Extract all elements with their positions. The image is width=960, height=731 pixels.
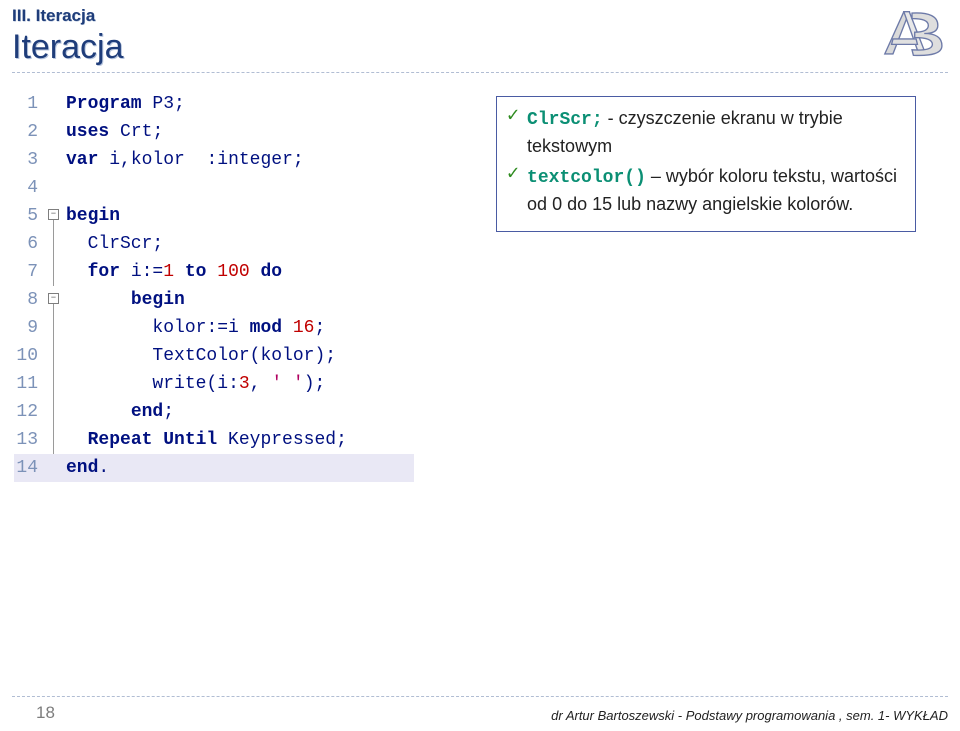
code-content: begin: [66, 286, 185, 314]
code-content: for i:=1 to 100 do: [66, 258, 282, 286]
fold-gutter: [48, 230, 66, 258]
fold-gutter: [48, 174, 66, 202]
code-content: kolor:=i mod 16;: [66, 314, 325, 342]
code-content: Program P3;: [66, 90, 185, 118]
code-line: 1 Program P3;: [14, 90, 414, 118]
code-line: 11 write(i:3, ' ');: [14, 370, 414, 398]
info-text: textcolor() – wybór koloru tekstu, warto…: [527, 163, 905, 219]
line-number: 1: [14, 90, 48, 118]
info-box: ✓ ClrScr; - czyszczenie ekranu w trybie t…: [496, 96, 916, 232]
code-content: ClrScr;: [66, 230, 163, 258]
fold-gutter: [48, 146, 66, 174]
divider-bottom: [12, 696, 948, 697]
code-line: 4: [14, 174, 414, 202]
ab-logo-icon: [878, 6, 946, 61]
check-icon: ✓: [507, 105, 519, 129]
footer-credit: dr Artur Bartoszewski - Podstawy program…: [551, 708, 948, 723]
fold-gutter: [48, 314, 66, 342]
info-text: ClrScr; - czyszczenie ekranu w trybie te…: [527, 105, 905, 161]
code-line: 8− begin: [14, 286, 414, 314]
fold-minus-icon[interactable]: −: [48, 209, 59, 220]
fold-gutter: −: [48, 202, 66, 230]
info-item: ✓ textcolor() – wybór koloru tekstu, wart…: [507, 163, 905, 219]
code-content: Repeat Until Keypressed;: [66, 426, 347, 454]
line-number: 6: [14, 230, 48, 258]
fold-gutter: [48, 370, 66, 398]
line-number: 2: [14, 118, 48, 146]
fold-gutter: [48, 454, 66, 482]
fold-gutter: [48, 258, 66, 286]
fold-gutter: [48, 342, 66, 370]
line-number: 12: [14, 398, 48, 426]
line-number: 3: [14, 146, 48, 174]
line-number: 5: [14, 202, 48, 230]
code-line: 13 Repeat Until Keypressed;: [14, 426, 414, 454]
line-number: 10: [14, 342, 48, 370]
code-content: TextColor(kolor);: [66, 342, 336, 370]
fold-minus-icon[interactable]: −: [48, 293, 59, 304]
divider-top: [12, 72, 948, 73]
code-line: 9 kolor:=i mod 16;: [14, 314, 414, 342]
code-content: end;: [66, 398, 174, 426]
page-number: 18: [36, 703, 55, 723]
code-line: 12 end;: [14, 398, 414, 426]
code-content: end.: [66, 454, 109, 482]
line-number: 7: [14, 258, 48, 286]
check-icon: ✓: [507, 163, 519, 187]
code-content: uses Crt;: [66, 118, 163, 146]
code-line: 5−begin: [14, 202, 414, 230]
code-content: var i,kolor :integer;: [66, 146, 304, 174]
code-line: 10 TextColor(kolor);: [14, 342, 414, 370]
code-line: 7 for i:=1 to 100 do: [14, 258, 414, 286]
code-editor: 1 Program P3; 2 uses Crt; 3 var i,kolor :inte…: [14, 90, 414, 482]
fold-gutter: [48, 426, 66, 454]
fold-gutter: [48, 90, 66, 118]
code-content: begin: [66, 202, 120, 230]
code-line: 6 ClrScr;: [14, 230, 414, 258]
line-number: 13: [14, 426, 48, 454]
code-line: 3 var i,kolor :integer;: [14, 146, 414, 174]
line-number: 8: [14, 286, 48, 314]
fold-gutter: −: [48, 286, 66, 314]
line-number: 4: [14, 174, 48, 202]
line-number: 9: [14, 314, 48, 342]
code-content: write(i:3, ' ');: [66, 370, 325, 398]
line-number: 11: [14, 370, 48, 398]
code-line: 14 end.: [14, 454, 414, 482]
code-line: 2 uses Crt;: [14, 118, 414, 146]
info-item: ✓ ClrScr; - czyszczenie ekranu w trybie t…: [507, 105, 905, 161]
breadcrumb: III. Iteracja: [12, 6, 95, 26]
page-title: Iteracja: [12, 28, 124, 67]
line-number: 14: [14, 454, 48, 482]
fold-gutter: [48, 118, 66, 146]
fold-gutter: [48, 398, 66, 426]
